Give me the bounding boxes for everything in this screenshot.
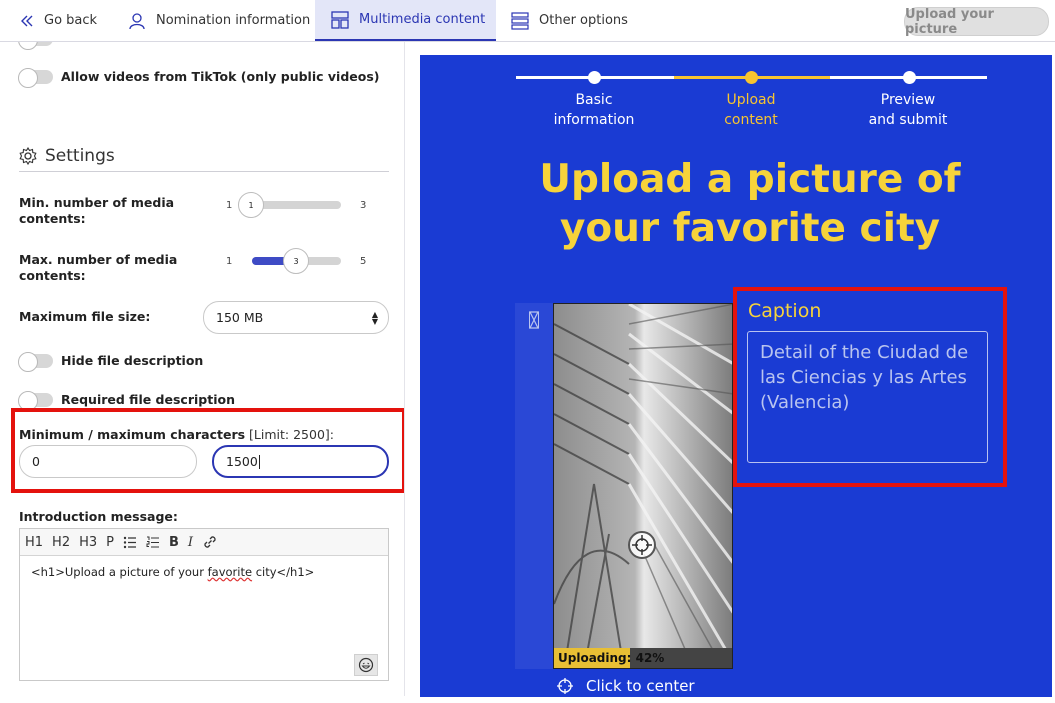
tab-multimedia-label: Multimedia content	[359, 12, 486, 27]
max-file-size-select[interactable]: 150 MB ▲ ▼	[203, 301, 389, 334]
editor-content-before: <h1>Upload a picture of your	[31, 565, 208, 579]
max-media-range-min: 1	[226, 256, 233, 267]
paragraph-button[interactable]: P	[106, 535, 114, 550]
step-dot-preview	[903, 71, 916, 84]
link-icon[interactable]	[202, 534, 218, 550]
max-media-range-max: 5	[360, 256, 367, 267]
tab-other-options[interactable]: Other options	[511, 0, 628, 41]
upload-progress-text: Uploading: 42%	[554, 651, 664, 665]
max-file-size-value: 150 MB	[216, 310, 264, 325]
editor-toolbar: H1 H2 H3 P B I	[20, 529, 388, 556]
tiktok-toggle[interactable]	[18, 68, 53, 88]
step-upload-line1: Upload	[726, 92, 776, 108]
required-description-toggle[interactable]	[18, 391, 53, 411]
image-side-strip	[515, 303, 553, 669]
bold-icon[interactable]: B	[169, 535, 179, 550]
highlight-annotation-caption	[733, 287, 1007, 487]
emoji-icon[interactable]	[354, 654, 378, 676]
step-preview-line2: and submit	[868, 112, 948, 128]
step-basic-line1: Basic	[575, 92, 613, 108]
uploading-label: Uploading:	[558, 651, 636, 665]
layout-icon	[331, 10, 349, 29]
headline-line1: Upload a picture of	[539, 157, 961, 202]
hourglass-icon	[529, 311, 539, 329]
tab-nomination-label: Nomination information	[156, 13, 311, 28]
chevron-left-icon	[21, 15, 33, 26]
min-media-label: Min. number of media contents:	[19, 195, 175, 226]
cut-off-toggle[interactable]	[18, 42, 53, 50]
highlight-annotation-characters	[11, 408, 404, 493]
step-dot-basic	[588, 71, 601, 84]
settings-heading: Settings	[19, 146, 115, 166]
user-icon	[129, 12, 145, 29]
h3-button[interactable]: H3	[79, 535, 97, 550]
headline-line2: your favorite city	[559, 206, 941, 251]
editor-content[interactable]: <h1>Upload a picture of your favorite ci…	[20, 556, 388, 588]
settings-title: Settings	[45, 146, 115, 166]
max-media-slider-knob[interactable]: 3	[283, 248, 309, 274]
hide-description-label: Hide file description	[61, 353, 204, 368]
uploaded-photo[interactable]: Uploading: 42%	[553, 303, 733, 669]
tab-multimedia-content[interactable]: Multimedia content	[315, 0, 496, 41]
tab-other-label: Other options	[539, 13, 628, 28]
max-media-label: Max. number of media contents:	[19, 252, 178, 283]
tiktok-label: Allow videos from TikTok (only public vi…	[61, 69, 380, 84]
editor-content-misspelled-word: favorite	[207, 565, 253, 579]
upload-picture-button[interactable]: Upload your picture	[904, 7, 1049, 37]
crosshair-icon	[557, 678, 573, 694]
editor-content-after: city</h1>	[252, 565, 315, 579]
upload-progress-bar: Uploading: 42%	[554, 648, 732, 668]
tab-nomination-information[interactable]: Nomination information	[128, 0, 310, 41]
uploading-percent: 42%	[635, 651, 665, 665]
preview-headline: Upload a picture of your favorite city	[450, 155, 1050, 253]
step-label-preview: Preview and submit	[838, 90, 978, 130]
required-description-label: Required file description	[61, 392, 235, 407]
min-media-range-min: 1	[226, 200, 233, 211]
select-caret-icon: ▲ ▼	[371, 310, 378, 326]
crosshair-icon[interactable]	[628, 531, 656, 559]
click-to-center-button[interactable]: Click to center	[556, 677, 695, 695]
hide-description-toggle[interactable]	[18, 352, 53, 372]
max-file-size-label: Maximum file size:	[19, 309, 151, 324]
h2-button[interactable]: H2	[52, 535, 70, 550]
intro-message-label: Introduction message:	[19, 509, 178, 524]
step-basic-line2: information	[553, 112, 635, 128]
intro-message-editor[interactable]: H1 H2 H3 P B I <h1>Upload a picture of y…	[19, 528, 389, 681]
step-upload-line2: content	[724, 112, 778, 128]
italic-icon[interactable]: I	[188, 535, 193, 550]
go-back-tab[interactable]: Go back	[20, 0, 97, 41]
architecture-photo	[554, 304, 732, 668]
step-label-upload: Upload content	[681, 90, 821, 130]
gear-icon	[19, 147, 37, 165]
step-preview-line1: Preview	[880, 92, 936, 108]
step-label-basic: Basic information	[524, 90, 664, 130]
preview-panel: Basic information Upload content Preview…	[420, 55, 1052, 697]
go-back-label: Go back	[44, 13, 98, 28]
settings-panel: Allow videos from TikTok (only public vi…	[5, 42, 405, 696]
divider	[19, 171, 389, 172]
click-to-center-label: Click to center	[586, 677, 695, 695]
h1-button[interactable]: H1	[25, 535, 43, 550]
min-media-range-max: 3	[360, 200, 367, 211]
step-dot-upload	[745, 71, 758, 84]
numbered-list-icon[interactable]	[146, 536, 160, 549]
bullet-list-icon[interactable]	[123, 536, 137, 549]
list-stack-icon	[511, 11, 529, 30]
min-media-slider-knob[interactable]: 1	[238, 192, 264, 218]
top-navigation: Go back Nomination information Multimedi…	[0, 0, 1055, 42]
